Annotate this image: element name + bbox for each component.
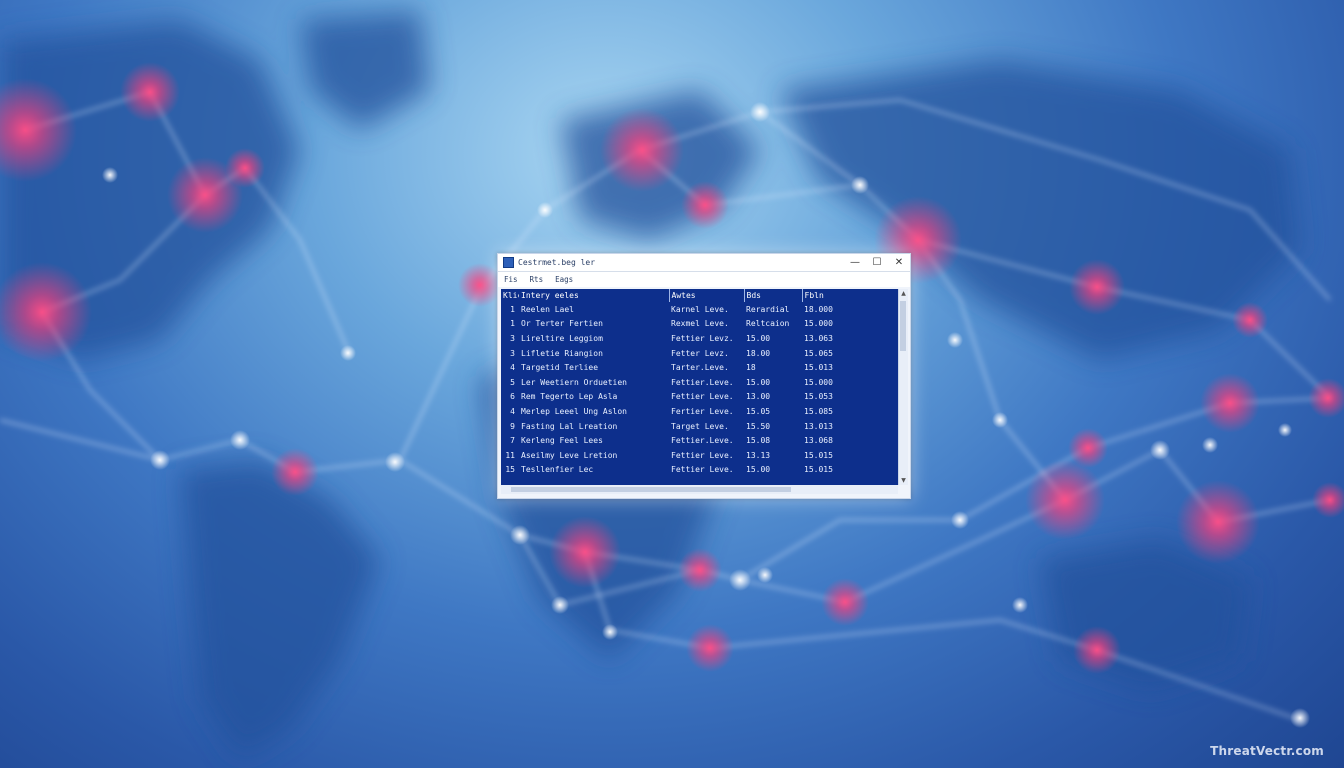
table-cell-id: 1 (510, 319, 515, 329)
table-cell-name: Tesllenfier Lec (521, 465, 594, 475)
table-cell-id: 3 (510, 333, 515, 343)
table-cell-id: 4 (510, 363, 515, 373)
close-button[interactable]: ✕ (888, 254, 910, 271)
table-cell-a: Fettier.Leve. (671, 436, 734, 446)
scroll-up-icon[interactable]: ▲ (899, 289, 908, 298)
column-header[interactable]: Fbln (801, 289, 898, 302)
table-cell-c: 13.068 (804, 436, 833, 446)
table-row[interactable]: 7 Kerleng Feel Lees Fettier.Leve. 15.08 13.0… (501, 433, 898, 448)
table-cell-b: 15.00 (746, 333, 771, 343)
table-cell-c: 15.015 (804, 465, 833, 475)
table-cell-name: Fasting Lal Lreation (521, 421, 618, 431)
table-cell-id: 11 (505, 450, 515, 460)
vertical-scrollbar[interactable]: ▲ ▼ (898, 289, 908, 485)
menu-item-file[interactable]: Fis (504, 275, 518, 284)
table-cell-a: Karnel Leve. (671, 304, 729, 314)
column-header[interactable]: Klic (501, 289, 519, 302)
maximize-button[interactable]: ☐ (866, 254, 888, 271)
table-cell-a: Fetter Levz. (671, 348, 729, 358)
table-cell-b: 13.00 (746, 392, 771, 402)
table-cell-name: Or Terter Fertien (521, 319, 603, 329)
table-cell-a: Fettier Leve. (671, 450, 734, 460)
table-cell-c: 13.063 (804, 333, 833, 343)
horizontal-scrollbar[interactable] (501, 485, 898, 494)
table-cell-a: Target Leve. (671, 421, 729, 431)
table-row[interactable]: 5 Ler Weetiern Orduetien Fettier.Leve. 15.0… (501, 375, 898, 390)
table-row[interactable]: 3 Lifletie Riangion Fetter Levz. 18.00 15.06… (501, 346, 898, 361)
vertical-scroll-thumb[interactable] (900, 301, 906, 351)
table-cell-id: 7 (510, 436, 515, 446)
table-row[interactable]: 15 Tesllenfier Lec Fettier Leve. 15.00 15.01… (501, 463, 898, 478)
table-cell-c: 15.000 (804, 377, 833, 387)
table-cell-a: Fettier Levz. (671, 333, 734, 343)
table-cell-a: Fertier Leve. (671, 406, 734, 416)
table-row[interactable]: 3 Lireltire Leggiom Fettier Levz. 15.00 13.0… (501, 331, 898, 346)
menu-item-tags[interactable]: Eags (555, 275, 573, 284)
table-row[interactable]: 1 Or Terter Fertien Rexmel Leve. Reltcaion 1… (501, 317, 898, 332)
table-row[interactable]: 4 Merlep Leeel Ung Aslon Fertier Leve. 15.0… (501, 404, 898, 419)
table-cell-b: 15.00 (746, 465, 771, 475)
table-cell-id: 3 (510, 348, 515, 358)
table-row[interactable]: 11 Aseilmy Leve Lretion Fettier Leve. 13.13… (501, 448, 898, 463)
table-cell-a: Fettier.Leve. (671, 377, 734, 387)
table-cell-b: 15.50 (746, 421, 771, 431)
table-cell-b: Reltcaion (746, 319, 790, 329)
table-cell-name: Lifletie Riangion (521, 348, 603, 358)
column-header[interactable]: Intery eeles (519, 289, 669, 302)
table-row[interactable]: 9 Fasting Lal Lreation Target Leve. 15.50 13… (501, 419, 898, 434)
title-bar[interactable]: Cestrmet.beg ler — ☐ ✕ (498, 254, 910, 272)
minimize-button[interactable]: — (844, 254, 866, 271)
table-cell-name: Targetid Terliee (521, 363, 599, 373)
table-header-row: Klic Intery eeles Awtes Bds Fbln (501, 289, 898, 302)
table-row[interactable]: 4 Targetid Terliee Tarter.Leve. 18 15.013 (501, 360, 898, 375)
table-cell-c: 15.013 (804, 363, 833, 373)
horizontal-scroll-thumb[interactable] (511, 487, 791, 492)
watermark: ThreatVectr.com (1210, 744, 1324, 758)
table-cell-a: Fettier Leve. (671, 465, 734, 475)
table-cell-name: Rem Tegerto Lep Asla (521, 392, 618, 402)
table-cell-c: 15.015 (804, 450, 833, 460)
table-row[interactable]: 6 Rem Tegerto Lep Asla Fettier Leve. 13.00 1… (501, 390, 898, 405)
table-cell-a: Fettier Leve. (671, 392, 734, 402)
table-cell-id: 15 (505, 465, 515, 475)
table-cell-name: Lireltire Leggiom (521, 333, 603, 343)
table-cell-a: Rexmel Leve. (671, 319, 729, 329)
table-cell-name: Kerleng Feel Lees (521, 436, 603, 446)
table-cell-a: Tarter.Leve. (671, 363, 729, 373)
menu-item-edit[interactable]: Rts (530, 275, 544, 284)
table-cell-name: Aseilmy Leve Lretion (521, 450, 618, 460)
table-cell-c: 15.053 (804, 392, 833, 402)
table-cell-b: 15.08 (746, 436, 771, 446)
menu-bar: Fis Rts Eags (498, 272, 910, 287)
desktop-background: Cestrmet.beg ler — ☐ ✕ Fis Rts Eags Klic… (0, 0, 1344, 768)
table-cell-id: 9 (510, 421, 515, 431)
column-header[interactable]: Awtes (668, 289, 744, 302)
table-cell-b: 18.00 (746, 348, 771, 358)
table-cell-b: 18 (746, 363, 756, 373)
window-title: Cestrmet.beg ler (518, 258, 596, 267)
table-cell-c: 15.000 (804, 319, 833, 329)
table-cell-name: Reelen Lael (521, 304, 574, 314)
table-cell-b: 15.00 (746, 377, 771, 387)
threat-table: Klic Intery eeles Awtes Bds Fbln 1 Reelen… (501, 289, 898, 477)
table-cell-c: 13.013 (804, 421, 833, 431)
app-window: Cestrmet.beg ler — ☐ ✕ Fis Rts Eags Klic… (497, 253, 911, 499)
table-cell-b: 15.05 (746, 406, 771, 416)
table-cell-b: Rerardial (746, 304, 790, 314)
scroll-down-icon[interactable]: ▼ (899, 476, 908, 485)
column-header[interactable]: Bds (743, 289, 802, 302)
table-cell-b: 13.13 (746, 450, 771, 460)
table-row[interactable]: 1 Reelen Lael Karnel Leve. Rerardial 18.000 (501, 302, 898, 317)
table-cell-c: 15.065 (804, 348, 833, 358)
table-cell-id: 6 (510, 392, 515, 402)
table-cell-id: 1 (510, 304, 515, 314)
table-cell-c: 18.000 (804, 304, 833, 314)
table-cell-c: 15.085 (804, 406, 833, 416)
table-cell-id: 5 (510, 377, 515, 387)
table-cell-id: 4 (510, 406, 515, 416)
table-cell-name: Ler Weetiern Orduetien (521, 377, 627, 387)
table-cell-name: Merlep Leeel Ung Aslon (521, 406, 627, 416)
data-table-pane: Klic Intery eeles Awtes Bds Fbln 1 Reelen… (501, 289, 898, 485)
app-icon (503, 257, 514, 268)
